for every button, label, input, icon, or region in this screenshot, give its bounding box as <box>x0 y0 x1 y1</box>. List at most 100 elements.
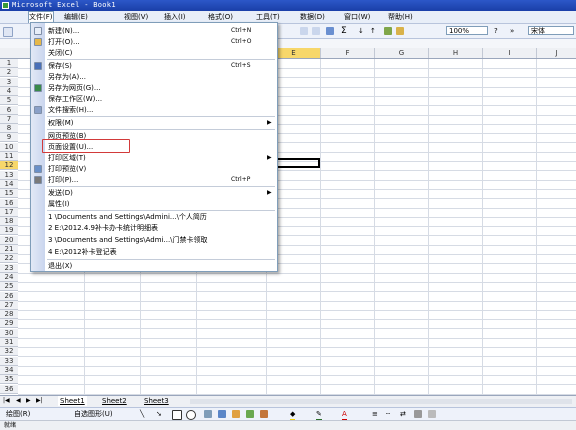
file-menu-item[interactable]: 退出(X) <box>31 261 277 271</box>
textbox-icon[interactable] <box>204 410 212 418</box>
prev-sheet-icon[interactable]: ◀ <box>16 398 21 404</box>
file-menu-item[interactable]: 打印区域(T) ▶ <box>31 153 277 163</box>
row-header[interactable]: 35 <box>0 375 18 384</box>
arrow-style-icon[interactable]: ⇄ <box>400 410 406 419</box>
draw-menu-button[interactable]: 绘图(R) <box>6 410 30 419</box>
menu-insert[interactable]: 插入(I) <box>164 12 186 22</box>
file-menu-item[interactable]: 打印(P)... Ctrl+P <box>31 175 277 185</box>
row-header[interactable]: 17 <box>0 208 18 217</box>
row-header[interactable]: 1 <box>0 59 18 68</box>
file-menu-item[interactable]: 4 E:\2012补卡登记表 <box>31 247 277 257</box>
file-menu-item[interactable]: 发送(D) ▶ <box>31 188 277 198</box>
next-sheet-icon[interactable]: ▶ <box>26 398 31 404</box>
row-header[interactable]: 34 <box>0 366 18 375</box>
row-header[interactable]: 14 <box>0 180 18 189</box>
wordart-icon[interactable] <box>218 410 226 418</box>
horizontal-scrollbar[interactable] <box>190 399 572 404</box>
sort-ascending-icon[interactable]: ↓ <box>358 27 364 36</box>
row-header[interactable]: 29 <box>0 319 18 328</box>
row-header[interactable]: 33 <box>0 357 18 366</box>
hyperlink-icon[interactable] <box>326 27 334 35</box>
file-menu-item[interactable]: 3 \Documents and Settings\Admi...\门禁卡领取 <box>31 235 277 245</box>
row-header[interactable]: 4 <box>0 87 18 96</box>
last-sheet-icon[interactable]: ▶| <box>36 398 43 404</box>
row-header[interactable]: 21 <box>0 245 18 254</box>
column-header[interactable]: J <box>536 48 576 58</box>
file-menu-item[interactable]: 另存为网页(G)... <box>31 83 277 93</box>
menu-edit[interactable]: 编辑(E) <box>64 12 88 22</box>
chart-wizard-icon[interactable] <box>384 27 392 35</box>
3d-style-icon[interactable] <box>428 410 436 418</box>
file-menu-item[interactable]: 新建(N)... Ctrl+N <box>31 26 277 36</box>
sheet-tab-1[interactable]: Sheet1 <box>58 396 87 406</box>
row-header[interactable]: 8 <box>0 124 18 133</box>
row-header[interactable]: 6 <box>0 106 18 115</box>
row-header[interactable]: 36 <box>0 385 18 394</box>
new-document-icon[interactable] <box>3 27 13 37</box>
file-menu-item[interactable]: 保存工作区(W)... <box>31 94 277 104</box>
row-header[interactable]: 18 <box>0 217 18 226</box>
diagram-icon[interactable] <box>232 410 240 418</box>
help-icon[interactable]: ? <box>494 27 498 36</box>
file-menu-item[interactable]: 2 E:\2012.4.9补卡办卡统计明细表 <box>31 223 277 233</box>
row-header[interactable]: 27 <box>0 301 18 310</box>
file-menu-item[interactable]: 保存(S) Ctrl+S <box>31 61 277 71</box>
font-name-combo[interactable]: 宋体 <box>528 26 574 35</box>
autoshapes-button[interactable]: 自选图形(U) <box>74 410 113 419</box>
column-header[interactable]: I <box>482 48 536 58</box>
row-header[interactable]: 9 <box>0 133 18 142</box>
menu-window[interactable]: 窗口(W) <box>344 12 370 22</box>
drawing-icon[interactable] <box>396 27 404 35</box>
file-menu-item[interactable]: 文件搜索(H)... <box>31 105 277 115</box>
oval-tool-icon[interactable] <box>186 410 196 420</box>
menu-help[interactable]: 帮助(H) <box>388 12 413 22</box>
row-header[interactable]: 10 <box>0 143 18 152</box>
shadow-style-icon[interactable] <box>414 410 422 418</box>
file-menu-item[interactable]: 1 \Documents and Settings\Admini...\个人简历 <box>31 212 277 222</box>
file-menu-item[interactable]: 属性(I) <box>31 199 277 209</box>
row-header[interactable]: 32 <box>0 347 18 356</box>
row-header[interactable]: 5 <box>0 96 18 105</box>
row-header[interactable]: 7 <box>0 115 18 124</box>
file-menu-item[interactable]: 关闭(C) <box>31 48 277 58</box>
file-menu-item[interactable]: 打印预览(V) <box>31 164 277 174</box>
redo-icon[interactable] <box>312 27 320 35</box>
undo-icon[interactable] <box>300 27 308 35</box>
menu-format[interactable]: 格式(O) <box>208 12 233 22</box>
row-header[interactable]: 2 <box>0 68 18 77</box>
autosum-icon[interactable]: Σ <box>341 27 347 36</box>
line-tool-icon[interactable]: ╲ <box>140 410 144 419</box>
menu-data[interactable]: 数据(D) <box>300 12 325 22</box>
chevron-down-icon[interactable]: » <box>510 27 514 36</box>
column-header[interactable]: F <box>320 48 374 58</box>
column-header[interactable]: H <box>428 48 482 58</box>
row-header[interactable]: 24 <box>0 273 18 282</box>
row-header[interactable]: 30 <box>0 329 18 338</box>
arrow-tool-icon[interactable]: ➘ <box>156 410 162 419</box>
row-header[interactable]: 16 <box>0 199 18 208</box>
row-header[interactable]: 11 <box>0 152 18 161</box>
rectangle-tool-icon[interactable] <box>172 410 182 420</box>
file-menu-item[interactable]: 打开(O)... Ctrl+O <box>31 37 277 47</box>
row-header[interactable]: 12 <box>0 161 18 170</box>
menu-view[interactable]: 视图(V) <box>124 12 148 22</box>
row-header[interactable]: 28 <box>0 310 18 319</box>
sort-descending-icon[interactable]: ↑ <box>370 27 376 36</box>
row-header[interactable]: 22 <box>0 254 18 263</box>
row-header[interactable]: 13 <box>0 171 18 180</box>
row-header[interactable]: 31 <box>0 338 18 347</box>
file-menu-item[interactable]: 另存为(A)... <box>31 72 277 82</box>
file-menu-item[interactable]: 权限(M) ▶ <box>31 118 277 128</box>
sheet-tab-3[interactable]: Sheet3 <box>142 396 171 406</box>
sheet-tab-2[interactable]: Sheet2 <box>100 396 129 406</box>
picture-icon[interactable] <box>260 410 268 418</box>
row-header[interactable]: 19 <box>0 226 18 235</box>
menu-tools[interactable]: 工具(T) <box>256 12 280 22</box>
zoom-combo[interactable]: 100% <box>446 26 488 35</box>
dash-style-icon[interactable]: ┄ <box>386 410 390 419</box>
row-header[interactable]: 15 <box>0 189 18 198</box>
row-header[interactable]: 25 <box>0 282 18 291</box>
clipart-icon[interactable] <box>246 410 254 418</box>
first-sheet-icon[interactable]: |◀ <box>3 398 10 404</box>
row-header[interactable]: 20 <box>0 236 18 245</box>
